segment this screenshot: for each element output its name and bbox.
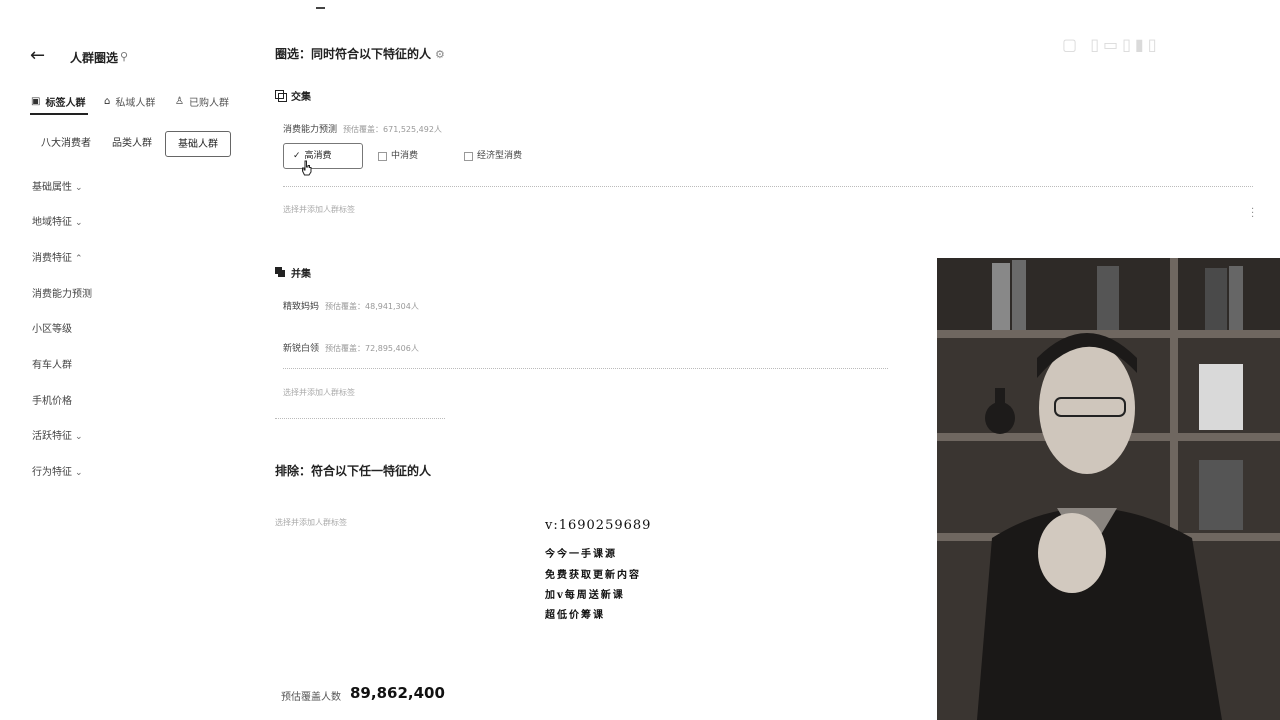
sidebar-item-label: 行为特征 [32, 467, 72, 478]
pin-icon[interactable]: ⚲ [120, 50, 128, 63]
presenter-video [937, 258, 1280, 720]
user-icon: ♙ [175, 96, 184, 107]
condition-title: 新锐白领 [283, 344, 320, 354]
exclude-heading: 排除：符合以下任一特征的人 [275, 464, 432, 478]
sidebar-item-phone-price[interactable]: 手机价格 [32, 392, 72, 407]
intersect-add-tag-hint[interactable]: 选择并添加人群标签 [283, 204, 355, 215]
condition-consumption-ability: 消费能力预测 预估覆盖：671,525,492人 [283, 122, 442, 135]
condition-title: 消费能力预测 [283, 125, 338, 135]
sidebar-item-behavior[interactable]: 行为特征 ⌄ [32, 463, 83, 478]
union-bottom-divider [275, 418, 445, 419]
checkbox-icon [464, 151, 473, 161]
condition-new-white-collar: 新锐白领 预估覆盖：72,895,406人 [283, 341, 419, 354]
subtab-category-crowd[interactable]: 品类人群 [103, 131, 161, 157]
estimate-value: 89,862,400 [350, 684, 445, 702]
sidebar-item-consumption-ability[interactable]: 消费能力预测 [32, 285, 92, 300]
sidebar-item-activity[interactable]: 活跃特征 ⌄ [32, 427, 83, 442]
option-label: 中消费 [391, 151, 419, 161]
watermark-logo: ▢ ▯▭▯▮▯ [1062, 35, 1161, 54]
back-arrow-icon[interactable]: ← [30, 46, 50, 66]
intersect-label: 交集 [291, 92, 311, 103]
union-section-label: 并集 [275, 265, 311, 280]
sidebar-item-region[interactable]: 地域特征 ⌄ [32, 213, 83, 228]
promo-contact: v:1690259689 [545, 518, 652, 533]
chevron-down-icon: ⌄ [75, 183, 83, 193]
tab-purchased-crowd[interactable]: ♙ 已购人群 [175, 94, 229, 109]
sidebar-item-label: 活跃特征 [32, 431, 72, 442]
option-economy-consumption[interactable]: 经济型消费 [464, 143, 522, 169]
union-label: 并集 [291, 269, 311, 280]
condition-coverage: 预估覆盖：48,941,304人 [325, 302, 419, 311]
intersect-divider [283, 186, 1253, 187]
tab-private-crowd[interactable]: ⌂ 私域人群 [104, 94, 155, 109]
sidebar-item-basic-attributes[interactable]: 基础属性 ⌄ [32, 178, 83, 193]
tab-label: 已购人群 [188, 98, 229, 109]
union-icon [275, 267, 286, 278]
home-icon: ⌂ [104, 96, 111, 107]
option-label: 经济型消费 [477, 151, 523, 161]
promo-line: 超低价筹课 [545, 610, 605, 621]
condition-refined-mom: 精致妈妈 预估覆盖：48,941,304人 [283, 299, 419, 312]
more-options-icon[interactable]: · · · [1251, 205, 1254, 223]
condition-title: 精致妈妈 [283, 302, 320, 312]
sidebar-item-label: 地域特征 [32, 217, 72, 228]
intersect-icon [275, 90, 287, 102]
sidebar-item-label: 消费特征 [32, 253, 72, 264]
hand-pointer-icon [302, 160, 312, 176]
subtab-basic-crowd[interactable]: 基础人群 [165, 131, 231, 157]
tab-label: 标签人群 [45, 98, 86, 109]
page-title: 人群圈选 [70, 51, 119, 65]
subtab-eight-consumers[interactable]: 八大消费者 [33, 131, 99, 157]
gear-icon[interactable]: ⚙ [435, 48, 445, 61]
condition-coverage: 预估覆盖：671,525,492人 [343, 125, 442, 134]
option-mid-consumption[interactable]: 中消费 [378, 143, 418, 169]
tab-label: 私域人群 [115, 98, 156, 109]
sidebar-item-community-level[interactable]: 小区等级 [32, 320, 72, 335]
sidebar-item-label: 基础属性 [32, 182, 72, 193]
selection-heading-text: 圈选：同时符合以下特征的人 [275, 47, 432, 61]
option-high-consumption[interactable]: ✓ 高消费 [283, 143, 363, 169]
tag-icon: ▣ [31, 96, 41, 107]
condition-coverage: 预估覆盖：72,895,406人 [325, 344, 419, 353]
check-icon: ✓ [293, 151, 301, 161]
exclude-add-tag-hint[interactable]: 选择并添加人群标签 [275, 517, 347, 528]
sidebar-item-car-owners[interactable]: 有车人群 [32, 356, 72, 371]
promo-line: 今今一手课源 [545, 549, 617, 560]
active-tab-indicator [30, 113, 88, 115]
estimate-label: 预估覆盖人数 [281, 692, 341, 703]
chevron-up-icon: ⌃ [75, 254, 83, 264]
webcam-overlay [937, 258, 1280, 720]
checkbox-icon [378, 151, 387, 161]
chevron-down-icon: ⌄ [75, 468, 83, 478]
chevron-down-icon: ⌄ [75, 218, 83, 228]
chevron-down-icon: ⌄ [75, 432, 83, 442]
promo-line: 免费获取更新内容 [545, 570, 641, 581]
union-add-tag-hint[interactable]: 选择并添加人群标签 [283, 387, 355, 398]
promo-line: 加v每周送新课 [545, 590, 625, 601]
selection-heading: 圈选：同时符合以下特征的人 ⚙ [275, 45, 445, 62]
intersect-section-label: 交集 [275, 88, 311, 103]
tab-label-crowd[interactable]: ▣ 标签人群 [31, 94, 85, 109]
union-divider [283, 368, 888, 369]
top-mark [316, 7, 325, 9]
sidebar-item-consumption[interactable]: 消费特征 ⌃ [32, 249, 83, 264]
